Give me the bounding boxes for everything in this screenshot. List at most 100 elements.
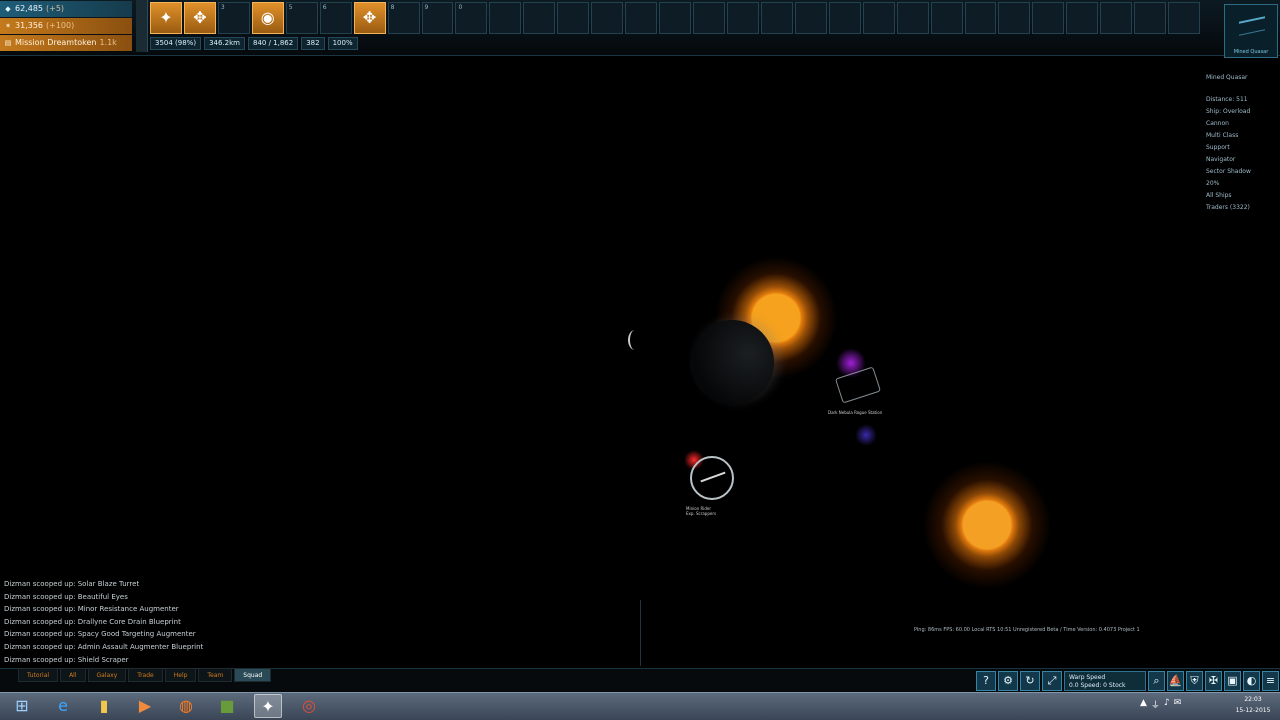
shield-icon[interactable]: ⛨ [1186,671,1203,691]
dark-planet [690,320,774,404]
hotbar-slot[interactable] [1168,2,1201,34]
hotbar-slot[interactable] [693,2,725,34]
small-ship[interactable] [628,330,642,350]
hotbar-slot[interactable] [557,2,590,34]
hotbar-slot[interactable] [1032,2,1065,34]
hotbar-slot[interactable] [862,2,895,34]
hotbar-slot[interactable]: ◉ [251,2,284,34]
blueprint-value: Mission Dreamtoken [15,38,97,47]
minimap[interactable]: Mined Quasar [1224,4,1278,58]
target-info-lines: Distance: 511 Ship: Overload Cannon Multi C… [1206,94,1278,214]
hotbar-slot[interactable] [930,2,963,34]
globe-icon[interactable]: ◐ [1243,671,1260,691]
start-icon[interactable]: ⊞ [8,694,36,718]
clock-date: 15-12-2015 [1235,707,1271,714]
hotbar-slot[interactable] [794,2,827,34]
hotbar: ✦ ✥ 3 ◉ 5 6 ✥ 8 9 0 [150,2,1201,34]
chat-tab[interactable]: Team [198,668,233,682]
expand-icon[interactable]: ⤢ [1042,671,1062,691]
station-label: Dark Nebula Rogue Station [828,410,883,415]
hotbar-slot[interactable] [625,2,658,34]
clock-time: 22:03 [1244,696,1262,703]
hotbar-slot[interactable] [659,2,691,34]
hotbar-slot[interactable] [1134,2,1167,34]
hotbar-slot-number: 0 [458,4,463,11]
sun-lower [914,452,1060,598]
credits-sub: (+5) [46,4,65,13]
hotbar-slot[interactable] [998,2,1031,34]
folder-icon[interactable]: ▮ [90,694,118,718]
hotbar-slot[interactable] [523,2,556,34]
ie-icon[interactable]: e [49,694,77,718]
credits-value: 62,485 [15,4,43,13]
hotbar-slot[interactable] [1066,2,1099,34]
scrap-stat: ✶ 31,356 (+100) [0,18,132,34]
tool-strip[interactable] [136,0,148,52]
hotbar-slot[interactable]: 0 [455,2,488,34]
player-label: Minion Rider Exp. Scrappers [686,506,717,516]
hotbar-slot[interactable] [964,2,997,34]
hotbar-slot[interactable]: 8 [387,2,420,34]
chat-tab[interactable]: All [60,668,86,682]
resource-readout: 382 [301,37,325,50]
clock[interactable]: 22:03 15-12-2015 [1228,694,1278,716]
media-icon[interactable]: ▶ [131,694,159,718]
chat-message: Dizman scooped up: Admin Assault Augment… [4,642,204,651]
hotbar-slot[interactable]: 9 [421,2,454,34]
hotbar-slot[interactable] [760,2,793,34]
chrome-icon[interactable]: ◎ [295,694,323,718]
tray-icon[interactable]: ▲ [1140,698,1147,711]
chat-tab[interactable]: Tutorial [18,668,59,682]
hotbar-slot[interactable] [726,2,759,34]
scrap-value: 31,356 [15,21,43,30]
hotbar-slot[interactable] [591,2,624,34]
hotbar-slot-number: 6 [322,4,327,11]
tray-icon[interactable]: ⏚ [1151,698,1160,711]
ship-icon[interactable]: ⛵ [1167,671,1184,691]
hotbar-slot[interactable]: 6 [319,2,352,34]
hotbar-slot[interactable]: ✥ [353,2,386,34]
chat-message: Dizman scooped up: Spacy Good Targeting … [4,630,196,639]
minecraft-icon[interactable]: ■ [213,694,241,718]
tray-icon[interactable]: ♪ [1164,698,1170,711]
chat-tab[interactable]: Help [164,668,197,682]
scrap-sub: (+100) [46,21,75,30]
chat-message: Dizman scooped up: Shield Scraper [4,655,129,664]
cargo-icon[interactable]: ▣ [1224,671,1241,691]
hotbar-slot[interactable]: ✦ [150,2,182,34]
hotbar-slot[interactable]: 3 [217,2,250,34]
hotbar-slot[interactable] [828,2,861,34]
hotbar-slot[interactable]: 5 [285,2,318,34]
refresh-icon[interactable]: ↻ [1020,671,1040,691]
target-icon: ✥ [193,8,207,27]
speed-panel[interactable]: Warp Speed 0.0 Speed: 0 Stock [1064,671,1146,691]
hotbar-slot[interactable] [896,2,929,34]
ship-hull [700,471,726,483]
help-icon[interactable]: ? [976,671,996,691]
blueprint-icon: ▤ [4,39,12,47]
blueprint-sub: 1.1k [99,38,117,47]
chat-tab[interactable]: Squad [234,668,272,682]
gear-icon[interactable]: ⚙ [998,671,1018,691]
firefox-icon[interactable]: ◍ [172,694,200,718]
overlay-status: Ping: 86ms FPS: 60.00 Local RTS 10:51 Un… [914,627,1140,633]
resource-readout: 840 / 1,862 [247,37,299,50]
chat-tab[interactable]: Trade [128,668,163,682]
hotbar-slot[interactable] [1100,2,1133,34]
hotbar-slot[interactable]: ✥ [183,2,216,34]
player-ship[interactable] [690,456,734,500]
target-info-line: Multi Class [1206,132,1239,139]
hotbar-slot[interactable] [489,2,522,34]
zoom-icon[interactable]: ⌕ [1148,671,1165,691]
target-info-line: Support [1206,144,1230,151]
menu-icon[interactable]: ≡ [1262,671,1279,691]
wrench-icon[interactable]: ✠ [1205,671,1222,691]
chat-log: Dizman scooped up: Solar Blaze Turret Diz… [4,578,640,668]
game-icon[interactable]: ✦ [254,694,282,718]
target-info-line: All Ships [1206,192,1232,199]
minimap-label: Mined Quasar [1233,49,1269,55]
blue-anomaly [855,424,877,446]
target-info-line: Ship: Overload [1206,108,1251,115]
tray-icon[interactable]: ✉ [1174,698,1182,711]
chat-tab[interactable]: Galaxy [87,668,127,682]
